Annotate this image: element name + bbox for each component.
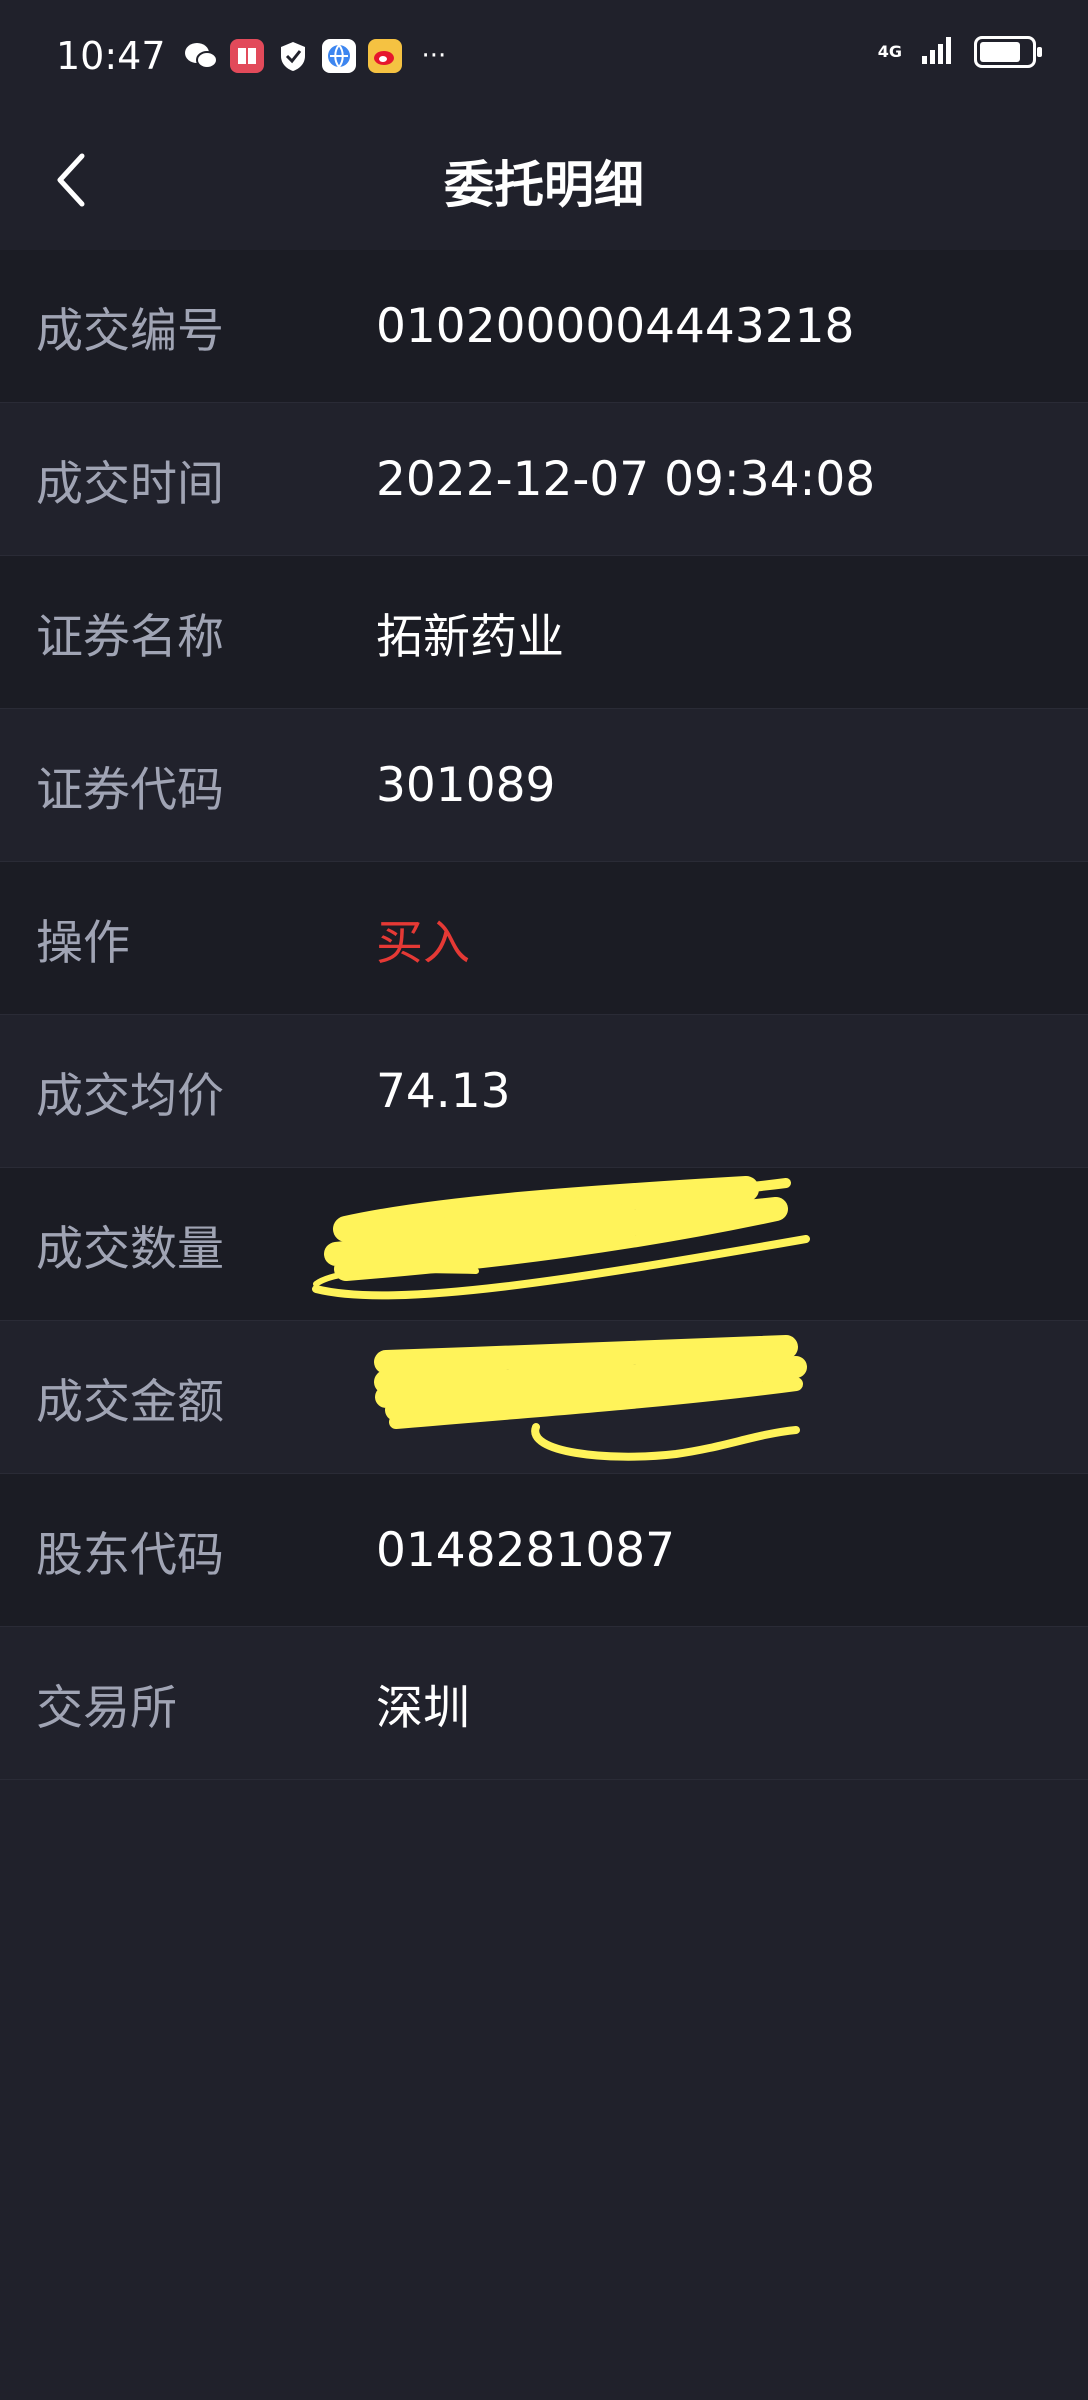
row-label: 证券名称	[36, 609, 224, 665]
row-value: 301089	[376, 757, 556, 813]
redaction-scribble	[312, 1176, 810, 1300]
network-type: 4G	[877, 42, 902, 61]
detail-row-amount: 成交金额	[0, 1321, 1088, 1474]
signal-icon	[920, 34, 956, 70]
detail-row-security-name: 证券名称 拓新药业	[0, 556, 1088, 709]
row-label: 股东代码	[36, 1527, 224, 1583]
detail-row-operation: 操作 买入	[0, 862, 1088, 1015]
detail-row-security-code: 证券代码 301089	[0, 709, 1088, 862]
detail-row-average-price: 成交均价 74.13	[0, 1015, 1088, 1168]
row-label: 交易所	[36, 1680, 177, 1736]
browser-icon	[321, 39, 356, 73]
row-label: 成交均价	[36, 1068, 224, 1124]
notification-icons: ···	[184, 39, 447, 73]
detail-row-quantity: 成交数量	[0, 1168, 1088, 1321]
more-notifications-icon: ···	[421, 41, 447, 71]
shield-icon	[276, 39, 310, 73]
status-right: 4G	[877, 34, 1042, 70]
detail-row-shareholder-code: 股东代码 0148281087	[0, 1474, 1088, 1627]
row-value: 0102000004443218	[376, 298, 855, 354]
reader-icon	[229, 39, 264, 73]
row-label: 证券代码	[36, 762, 224, 818]
status-bar: 10:47 ··· 4G	[0, 0, 1088, 112]
wechat-icon	[184, 39, 218, 73]
status-time: 10:47	[56, 34, 166, 78]
row-label: 操作	[36, 915, 130, 971]
row-value-buy: 买入	[376, 915, 470, 971]
detail-row-trade-time: 成交时间 2022-12-07 09:34:08	[0, 403, 1088, 556]
battery-icon	[974, 36, 1042, 68]
row-label: 成交编号	[36, 303, 224, 359]
row-value: 74.13	[376, 1063, 511, 1119]
header: 委托明细	[0, 112, 1088, 250]
weibo-icon	[367, 39, 402, 73]
screen: 10:47 ··· 4G 委托明细 成交编号 0102000004443218 …	[0, 0, 1088, 2400]
page-title: 委托明细	[444, 156, 644, 214]
redaction-scribble	[374, 1335, 807, 1461]
row-value: 2022-12-07 09:34:08	[376, 451, 876, 507]
row-value: 拓新药业	[376, 609, 564, 665]
back-button[interactable]	[30, 140, 110, 220]
row-value: 深圳	[376, 1680, 470, 1736]
detail-row-exchange: 交易所 深圳	[0, 1627, 1088, 1780]
chevron-left-icon	[57, 153, 85, 207]
detail-row-trade-id: 成交编号 0102000004443218	[0, 250, 1088, 403]
battery-fill	[980, 42, 1020, 62]
row-value: 0148281087	[376, 1522, 676, 1578]
detail-list: 成交编号 0102000004443218 成交时间 2022-12-07 09…	[0, 250, 1088, 1780]
row-label: 成交时间	[36, 456, 224, 512]
